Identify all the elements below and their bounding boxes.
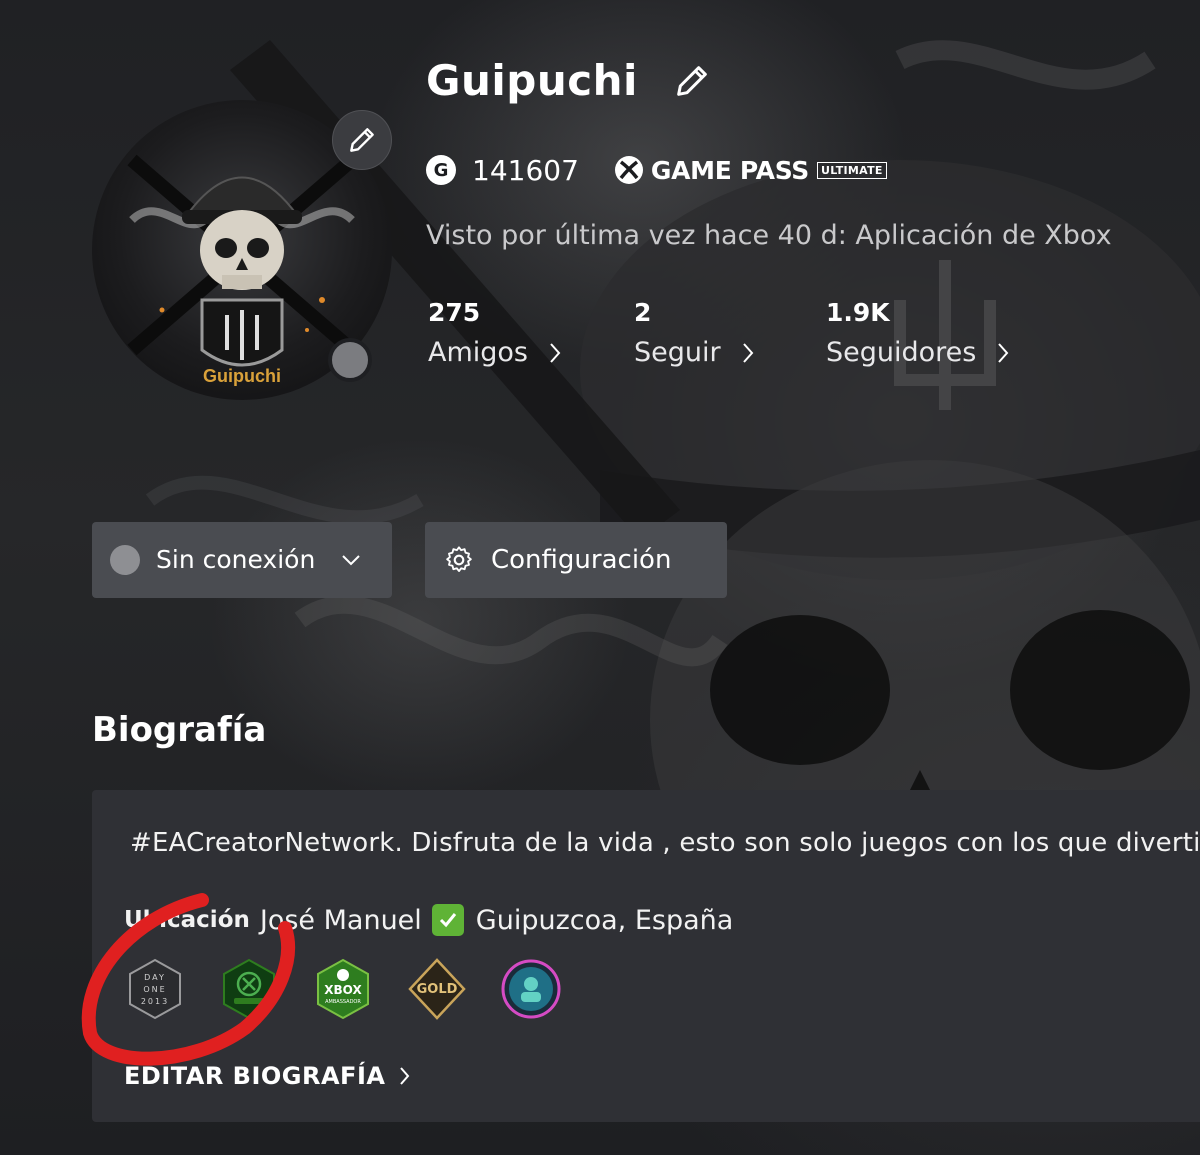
- xbox-logo-icon: [614, 156, 643, 184]
- presence-indicator: [328, 338, 372, 382]
- chevron-right-icon: [742, 342, 753, 363]
- gold-badge[interactable]: GOLD: [406, 958, 468, 1020]
- chevron-right-icon: [550, 342, 561, 363]
- bio-heading: Biografía: [92, 710, 267, 750]
- status-dot: [110, 545, 140, 575]
- last-seen-text: Visto por última vez hace 40 d: Aplicaci…: [426, 220, 1112, 251]
- following-count: 2: [634, 298, 652, 327]
- xbox-ambassador-badge[interactable]: XBOX AMBASSADOR: [312, 958, 374, 1020]
- friends-label: Amigos: [428, 337, 528, 368]
- gamerscore-value: 141607: [472, 153, 579, 187]
- gamerscore-icon: G: [426, 155, 456, 185]
- gamertag: Guipuchi: [426, 56, 638, 105]
- friends-count: 275: [428, 298, 481, 327]
- followers-count: 1.9K: [826, 298, 890, 327]
- edit-gamertag-pencil-icon[interactable]: [672, 61, 712, 101]
- pencil-icon: [350, 128, 374, 152]
- edit-avatar-button[interactable]: [332, 110, 392, 170]
- check-mark-icon: [431, 904, 464, 936]
- friends-stat[interactable]: 275 Amigos: [428, 298, 562, 368]
- gamepass-tier: ULTIMATE: [816, 161, 887, 179]
- chevron-down-icon: [342, 555, 360, 566]
- svg-text:XBOX: XBOX: [324, 983, 362, 997]
- gamepass-badge: GAME PASS ULTIMATE: [613, 154, 887, 186]
- gear-icon: [446, 546, 472, 572]
- bio-text: #EACreatorNetwork. Disfruta de la vida ,…: [130, 828, 1200, 858]
- followers-stat[interactable]: 1.9K Seguidores: [826, 298, 1010, 368]
- avatar-container: Guipuchi: [92, 100, 392, 400]
- followers-label: Seguidores: [826, 337, 977, 368]
- following-label: Seguir: [634, 337, 721, 368]
- chevron-right-icon: [998, 342, 1009, 363]
- score-row: G 141607 GAME PASS ULTIMATE: [426, 152, 887, 188]
- location-value-place: Guipuzcoa, España: [475, 904, 734, 936]
- gamertag-row: Guipuchi: [426, 56, 712, 105]
- gamepass-label: GAME PASS: [650, 155, 809, 185]
- svg-text:GOLD: GOLD: [417, 982, 458, 997]
- settings-button[interactable]: Configuración: [425, 522, 727, 598]
- following-stat[interactable]: 2 Seguir: [634, 298, 755, 368]
- settings-label: Configuración: [491, 545, 672, 575]
- chevron-right-icon: [400, 1067, 410, 1085]
- svg-text:AMBASSADOR: AMBASSADOR: [325, 999, 361, 1005]
- red-annotation-circle: [81, 893, 296, 1066]
- avatar-name-text: Guipuchi: [203, 366, 281, 386]
- weekly-set-streak-badge[interactable]: [500, 958, 562, 1020]
- online-status-dropdown[interactable]: Sin conexión: [92, 522, 392, 598]
- status-label: Sin conexión: [156, 545, 316, 574]
